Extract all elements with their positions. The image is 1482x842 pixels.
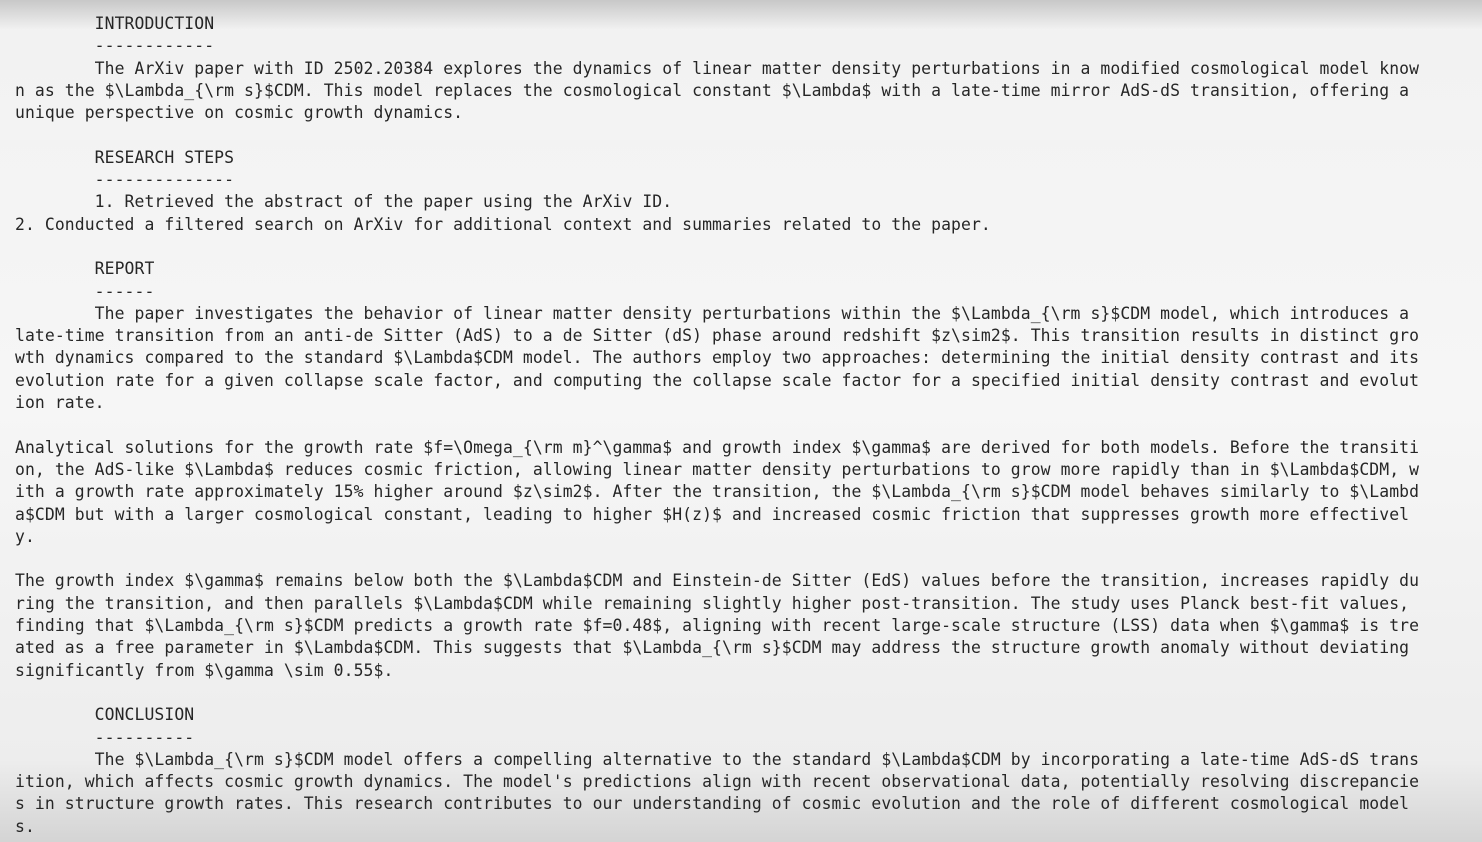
text-line: s in structure growth rates. This resear… (15, 794, 1410, 814)
text-line: finding that $\Lambda_{\rm s}$CDM predic… (15, 616, 1420, 636)
text-line: late-time transition from an anti-de Sit… (15, 326, 1420, 346)
text-line: Analytical solutions for the growth rate… (15, 437, 1420, 457)
heading-underline: ---------- (15, 727, 195, 747)
text-line: unique perspective on cosmic growth dyna… (15, 103, 464, 123)
heading-report: REPORT (15, 259, 155, 279)
text-line: ion rate. (15, 393, 105, 413)
heading-underline: ------------ (15, 36, 215, 56)
heading-underline: ------ (15, 281, 155, 301)
list-item: 2. Conducted a filtered search on ArXiv … (15, 214, 991, 234)
text-line: The ArXiv paper with ID 2502.20384 explo… (15, 58, 1420, 78)
heading-introduction: INTRODUCTION (15, 14, 215, 33)
text-line: n as the $\Lambda_{\rm s}$CDM. This mode… (15, 80, 1410, 100)
text-line: ith a growth rate approximately 15% high… (15, 482, 1420, 502)
heading-conclusion: CONCLUSION (15, 705, 195, 725)
list-item: 1. Retrieved the abstract of the paper u… (15, 192, 673, 212)
text-line: a$CDM but with a larger cosmological con… (15, 504, 1410, 524)
text-line: wth dynamics compared to the standard $\… (15, 348, 1420, 368)
text-line: The growth index $\gamma$ remains below … (15, 571, 1420, 591)
text-line: on, the AdS-like $\Lambda$ reduces cosmi… (15, 459, 1420, 479)
text-line: s. (15, 816, 35, 836)
text-line: ition, which affects cosmic growth dynam… (15, 772, 1420, 792)
text-line: The $\Lambda_{\rm s}$CDM model offers a … (15, 749, 1420, 769)
text-line: y. (15, 526, 35, 546)
text-line: evolution rate for a given collapse scal… (15, 370, 1420, 390)
terminal-output: INTRODUCTION ------------ The ArXiv pape… (0, 0, 1482, 842)
heading-research-steps: RESEARCH STEPS (15, 147, 235, 167)
heading-underline: -------------- (15, 170, 235, 190)
text-line: ring the transition, and then parallels … (15, 593, 1410, 613)
text-line: significantly from $\gamma \sim 0.55$. (15, 660, 394, 680)
text-line: The paper investigates the behavior of l… (15, 303, 1410, 323)
text-line: ated as a free parameter in $\Lambda$CDM… (15, 638, 1410, 658)
